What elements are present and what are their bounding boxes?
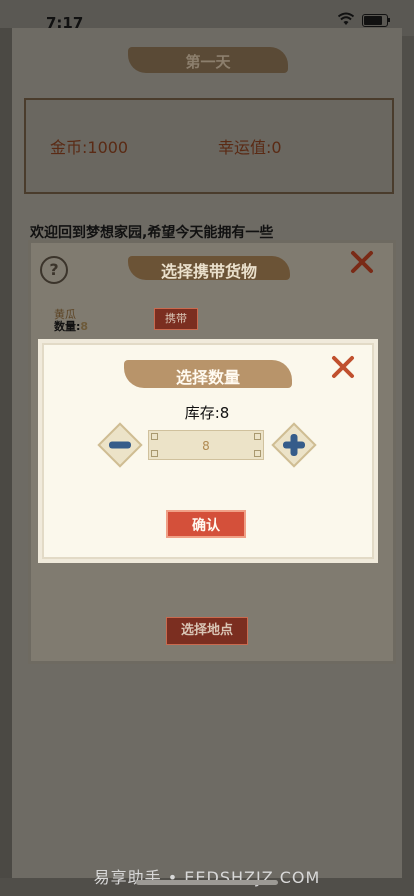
quantity-dialog-title-banner: 选择数量 (124, 360, 292, 388)
stock-label: 库存:8 (184, 404, 230, 422)
quantity-dialog-title: 选择数量 (175, 368, 240, 387)
close-icon[interactable] (330, 354, 356, 380)
corner-ornament (254, 450, 261, 457)
quantity-value: 8 (202, 439, 210, 453)
gold-label: 金币:1000 (50, 138, 129, 157)
increase-button[interactable] (271, 422, 317, 468)
corner-ornament (151, 433, 158, 440)
help-icon[interactable]: ? (40, 256, 68, 284)
battery-icon (362, 14, 388, 27)
battery-tip (388, 18, 390, 22)
day-title-banner: 第一天 (128, 47, 288, 73)
day-title: 第一天 (185, 53, 231, 71)
item-qty-value: 8 (80, 320, 89, 333)
corner-ornament (151, 450, 158, 457)
minus-icon (109, 441, 131, 449)
home-indicator[interactable] (136, 880, 278, 885)
wifi-icon (338, 12, 354, 25)
confirm-button[interactable]: 确认 (166, 510, 246, 538)
item-quantity: 数量:8 (54, 318, 88, 334)
item-qty-label: 数量: (54, 320, 81, 333)
goods-dialog-title: 选择携带货物 (160, 262, 257, 281)
decrease-button[interactable] (97, 422, 143, 468)
goods-dialog-title-banner: 选择携带货物 (128, 256, 290, 281)
plus-icon (283, 434, 305, 456)
welcome-text: 欢迎回到梦想家园,希望今天能拥有一些 (30, 225, 274, 241)
select-location-button[interactable]: 选择地点 (166, 617, 248, 645)
close-icon[interactable] (350, 250, 374, 274)
quantity-input[interactable]: 8 (148, 430, 264, 460)
luck-label: 幸运值:0 (218, 138, 282, 157)
carry-button[interactable]: 携带 (154, 308, 198, 330)
corner-ornament (254, 433, 261, 440)
page-edge (0, 28, 12, 878)
